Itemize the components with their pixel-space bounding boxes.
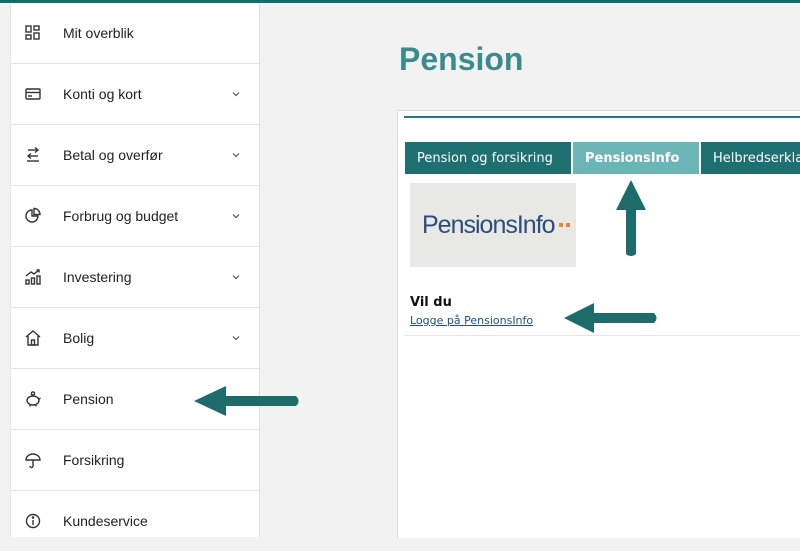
card-icon [23, 84, 43, 104]
sidebar-item-label: Konti og kort [63, 86, 142, 102]
prompt-text: Vil du [410, 295, 452, 310]
sidebar-item-label: Pension [63, 391, 114, 407]
chevron-down-icon[interactable] [231, 211, 241, 221]
sidebar-item-label: Forsikring [63, 452, 125, 468]
sidebar-item-label: Mit overblik [63, 25, 134, 41]
sidebar: Mit overblik Konti og kort Betal og over… [10, 3, 260, 537]
sidebar-item-bolig[interactable]: Bolig [11, 308, 259, 369]
sidebar-item-betal-og-overfor[interactable]: Betal og overfør [11, 125, 259, 186]
tab-pension-og-forsikring[interactable]: Pension og forsikring [405, 142, 571, 174]
pensionsinfo-logo: PensionsInfo [410, 183, 576, 267]
logo-dots [558, 223, 570, 227]
sidebar-item-label: Kundeservice [63, 513, 148, 529]
transfer-icon [23, 145, 43, 165]
chevron-down-icon[interactable] [231, 89, 241, 99]
sidebar-item-konti-og-kort[interactable]: Konti og kort [11, 64, 259, 125]
dashboard-icon [23, 23, 43, 43]
login-pensionsinfo-link[interactable]: Logge på PensionsInfo [410, 314, 533, 327]
annotation-arrow-left-icon [194, 386, 299, 416]
sidebar-item-label: Forbrug og budget [63, 208, 179, 224]
tab-pensionsinfo[interactable]: PensionsInfo [573, 142, 699, 174]
page-title: Pension [399, 41, 524, 77]
annotation-arrow-up-icon [616, 180, 646, 256]
sidebar-item-label: Betal og overfør [63, 147, 163, 163]
sidebar-item-forsikring[interactable]: Forsikring [11, 430, 259, 491]
info-icon [23, 511, 43, 531]
sidebar-item-label: Bolig [63, 330, 95, 346]
annotation-arrow-left-icon [564, 303, 657, 333]
logo-text: PensionsInfo [422, 210, 556, 239]
umbrella-icon [23, 450, 43, 470]
sidebar-item-mit-overblik[interactable]: Mit overblik [11, 3, 259, 64]
sidebar-item-investering[interactable]: Investering [11, 247, 259, 308]
chevron-down-icon[interactable] [231, 333, 241, 343]
panel-top-border [404, 116, 800, 118]
tab-helbredserklaering[interactable]: Helbredserklæ [701, 142, 800, 174]
piggy-bank-icon [23, 389, 43, 409]
house-icon [23, 328, 43, 348]
sidebar-item-forbrug-og-budget[interactable]: Forbrug og budget [11, 186, 259, 247]
chevron-down-icon[interactable] [231, 150, 241, 160]
sidebar-item-label: Investering [63, 269, 132, 285]
pie-chart-icon [23, 206, 43, 226]
chevron-down-icon[interactable] [231, 272, 241, 282]
investment-chart-icon [23, 267, 43, 287]
sidebar-item-kundeservice[interactable]: Kundeservice [11, 491, 259, 551]
